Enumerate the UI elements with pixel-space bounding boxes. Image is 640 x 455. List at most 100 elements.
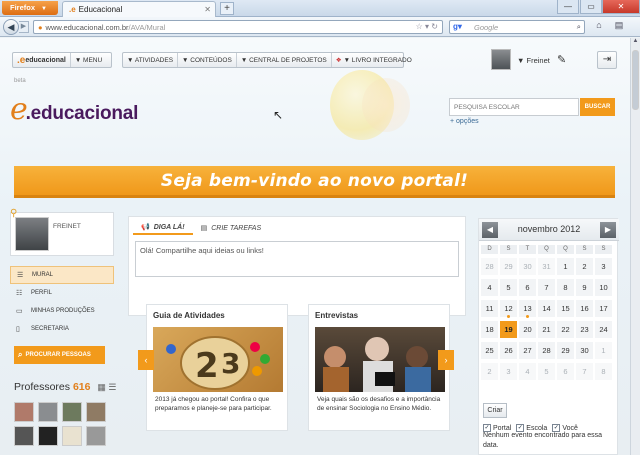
- calendar-day[interactable]: 28: [538, 342, 555, 359]
- professor-avatar[interactable]: [14, 426, 34, 446]
- svg-text:2: 2: [195, 346, 219, 386]
- maximize-button[interactable]: ▭: [580, 0, 602, 14]
- bookmark-star-icon[interactable]: ☆ ▾ ↻: [416, 22, 438, 31]
- search-options-link[interactable]: + opções: [450, 118, 479, 125]
- sidebar-item-mural[interactable]: ☰ MURAL: [10, 266, 114, 284]
- calendar-day[interactable]: 8: [557, 279, 574, 296]
- post-textarea[interactable]: Olá! Compartilhe aqui ideias ou links!: [135, 241, 459, 277]
- calendar-day[interactable]: 24: [595, 321, 612, 338]
- calendar-day[interactable]: 5: [500, 279, 517, 296]
- calendar-day[interactable]: 22: [557, 321, 574, 338]
- calendar-day[interactable]: 3: [595, 258, 612, 275]
- nav-central-projetos[interactable]: ▼ CENTRAL DE PROJETOS: [237, 53, 332, 67]
- calendar-day[interactable]: 3: [500, 363, 517, 380]
- calendar-day[interactable]: 29: [500, 258, 517, 275]
- back-button[interactable]: ◀: [3, 19, 19, 35]
- firefox-menu-button[interactable]: Firefox ▼: [2, 1, 58, 15]
- calendar-day[interactable]: 10: [595, 279, 612, 296]
- professor-avatar[interactable]: [62, 402, 82, 422]
- tab-crie-tarefas[interactable]: ▤ CRIE TAREFAS: [193, 221, 270, 235]
- school-search-input[interactable]: PESQUISA ESCOLAR: [449, 98, 579, 116]
- feature-card-entrevistas[interactable]: Entrevistas Veja quais são os desafios e…: [308, 304, 450, 431]
- professor-avatar[interactable]: [86, 426, 106, 446]
- calendar-day[interactable]: 16: [576, 300, 593, 317]
- browser-search-input[interactable]: g▾ Google ⌕: [449, 20, 585, 34]
- calendar-day[interactable]: 28: [481, 258, 498, 275]
- nav-conteudos[interactable]: ▼ CONTEÚDOS: [178, 53, 237, 67]
- grid-view-icon[interactable]: ▦ ☰: [97, 382, 116, 392]
- calendar-day[interactable]: 14: [538, 300, 555, 317]
- user-menu[interactable]: ▼ Freinet ✎: [491, 49, 571, 71]
- address-bar[interactable]: ● www.educacional.com.br/AVA/Mural ☆ ▾ ↻: [33, 20, 443, 34]
- calendar-day[interactable]: 17: [595, 300, 612, 317]
- calendar-day[interactable]: 25: [481, 342, 498, 359]
- browser-tab[interactable]: .e Educacional ✕: [62, 1, 216, 17]
- calendar-day[interactable]: 31: [538, 258, 555, 275]
- logout-icon[interactable]: ⇥: [597, 51, 617, 69]
- post-box: 📢 DIGA LÁ! ▤ CRIE TAREFAS Olá! Compartilhe…: [128, 216, 466, 316]
- calendar-day[interactable]: 12: [500, 300, 517, 318]
- nav-atividades[interactable]: ▼ ATIVIDADES: [123, 53, 179, 67]
- profile-card[interactable]: FREINET: [10, 212, 114, 256]
- calendar-day[interactable]: 7: [576, 363, 593, 380]
- calendar-day[interactable]: 6: [557, 363, 574, 380]
- portal-small-logo[interactable]: .e educacional: [13, 53, 71, 67]
- bookmarks-icon[interactable]: ▤: [611, 20, 627, 34]
- carousel-next-button[interactable]: ›: [438, 350, 454, 370]
- professor-avatar[interactable]: [14, 402, 34, 422]
- calendar-day[interactable]: 21: [538, 321, 555, 338]
- professors-heading: Professores 616 ▦ ☰: [14, 381, 117, 393]
- page-scrollbar[interactable]: ▲: [630, 38, 640, 455]
- calendar-day[interactable]: 5: [538, 363, 555, 380]
- feature-card-guia[interactable]: Guia de Atividades 2 3 2013 já chegou ao…: [146, 304, 288, 431]
- scrollbar-thumb[interactable]: [632, 50, 639, 110]
- home-icon[interactable]: ⌂: [591, 20, 607, 34]
- professor-avatar[interactable]: [38, 402, 58, 422]
- calendar-day[interactable]: 27: [519, 342, 536, 359]
- close-tab-icon[interactable]: ✕: [204, 5, 211, 14]
- calendar-day[interactable]: 18: [481, 321, 498, 338]
- calendar-day[interactable]: 11: [481, 300, 498, 317]
- edit-pen-icon[interactable]: ✎: [557, 53, 566, 66]
- search-icon[interactable]: ⌕: [577, 22, 581, 32]
- tab-diga-la[interactable]: 📢 DIGA LÁ!: [133, 221, 193, 235]
- calendar-day[interactable]: 9: [576, 279, 593, 296]
- calendar-day[interactable]: 4: [519, 363, 536, 380]
- educacional-logo[interactable]: e.educacional: [10, 92, 138, 127]
- search-button[interactable]: BUSCAR: [580, 98, 615, 116]
- calendar-day[interactable]: 30: [519, 258, 536, 275]
- calendar-day[interactable]: 1: [557, 258, 574, 275]
- calendar-next-button[interactable]: ▶: [600, 222, 616, 238]
- sidebar-item-perfil[interactable]: ☷ PERFIL: [10, 284, 114, 302]
- professor-avatar[interactable]: [86, 402, 106, 422]
- menu-dropdown[interactable]: ▼ MENU: [71, 53, 106, 67]
- calendar-day[interactable]: 7: [538, 279, 555, 296]
- calendar-day[interactable]: 2: [481, 363, 498, 380]
- calendar-day[interactable]: 23: [576, 321, 593, 338]
- create-event-button[interactable]: Criar: [483, 403, 507, 418]
- sidebar-item-secretaria[interactable]: ▯ SECRETARIA: [10, 320, 114, 338]
- calendar-day[interactable]: 4: [481, 279, 498, 296]
- calendar-day[interactable]: 26: [500, 342, 517, 359]
- professor-avatar[interactable]: [38, 426, 58, 446]
- carousel-prev-button[interactable]: ‹: [138, 350, 154, 370]
- calendar-day[interactable]: 8: [595, 363, 612, 380]
- calendar-day[interactable]: 30: [576, 342, 593, 359]
- calendar-day[interactable]: 19: [500, 321, 517, 338]
- nav-livro-integrado[interactable]: ❖ ▼ LIVRO INTEGRADO: [332, 53, 416, 67]
- sidebar-item-producoes[interactable]: ▭ MINHAS PRODUÇÕES: [10, 302, 114, 320]
- search-people-button[interactable]: ⌕ PROCURAR PESSOAS: [14, 346, 105, 364]
- calendar-day[interactable]: 6: [519, 279, 536, 296]
- calendar-day[interactable]: 2: [576, 258, 593, 275]
- minimize-button[interactable]: —: [557, 0, 579, 14]
- calendar-day[interactable]: 13: [519, 300, 536, 318]
- forward-button[interactable]: ▶: [19, 21, 29, 33]
- calendar-day[interactable]: 15: [557, 300, 574, 317]
- professor-avatar[interactable]: [62, 426, 82, 446]
- calendar-day[interactable]: 29: [557, 342, 574, 359]
- calendar-day[interactable]: 20: [519, 321, 536, 338]
- new-tab-button[interactable]: +: [220, 2, 234, 15]
- calendar-day[interactable]: 1: [595, 342, 612, 359]
- scroll-up-icon[interactable]: ▲: [631, 38, 640, 48]
- close-window-button[interactable]: ✕: [602, 0, 640, 14]
